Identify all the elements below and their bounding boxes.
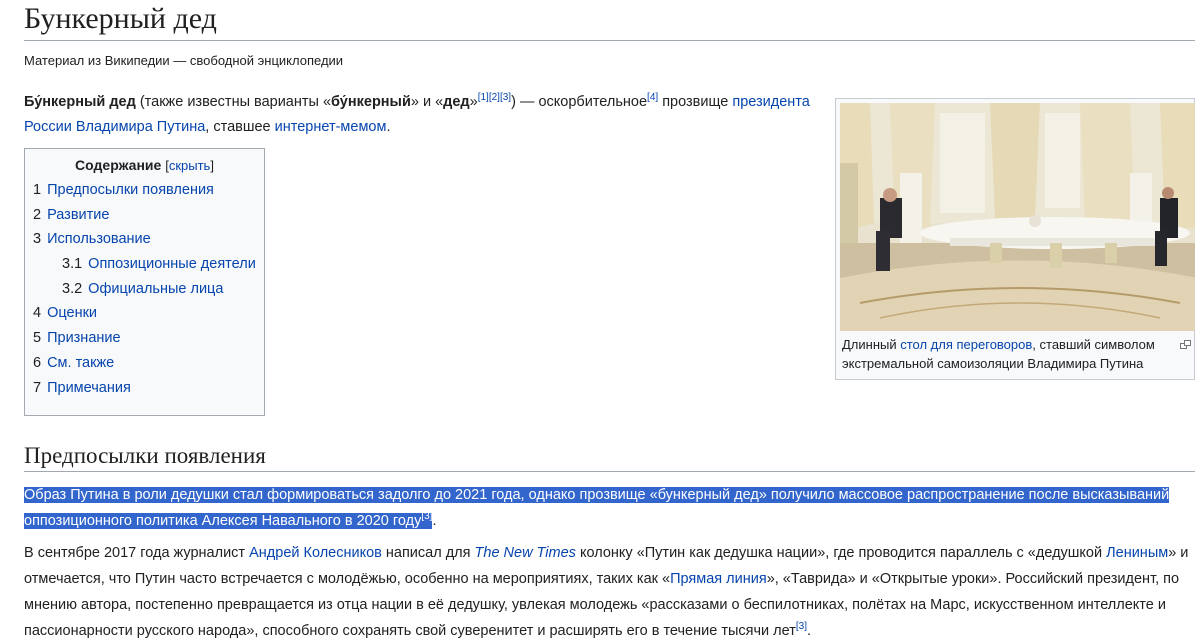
toc-number: 3 <box>33 231 42 248</box>
toc-item[interactable]: 3 Использование <box>25 227 264 252</box>
link-lenin[interactable]: Лениным <box>1106 545 1168 561</box>
toc-number: 6 <box>33 354 42 371</box>
lead-text: » <box>469 94 478 110</box>
toc-number: 2 <box>33 206 42 223</box>
body-paragraph: В сентябре 2017 года журналист Андрей Ко… <box>24 540 1189 644</box>
paragraph-text: колонку «Путин как дедушка нации», где п… <box>575 545 1107 561</box>
lead-variant-1: бу́нкерный <box>331 94 411 110</box>
toc-link[interactable]: Признание <box>47 330 120 346</box>
toc-link[interactable]: Примечания <box>47 380 131 396</box>
reference-link-3[interactable]: [3] <box>500 92 511 103</box>
toc-number: 3.2 <box>62 280 83 297</box>
lead-paragraph: Бу́нкерный дед (также известны варианты … <box>24 90 814 140</box>
toc-title: Содержание <box>75 157 162 173</box>
caption-text: Длинный <box>842 337 901 352</box>
toc-item[interactable]: 1 Предпосылки появления <box>25 178 264 203</box>
link-direct-line[interactable]: Прямая линия <box>670 571 767 587</box>
paragraph-text: Образ Путина в роли дедушки стал формиро… <box>24 487 1170 529</box>
link-new-times[interactable]: The New Times <box>475 545 576 561</box>
paragraph-text: . <box>432 513 437 529</box>
toc-item[interactable]: 3.1 Оппозиционные деятели <box>25 252 264 277</box>
reference-link-2[interactable]: [2] <box>489 92 500 103</box>
toc-item[interactable]: 3.2 Официальные лица <box>25 277 264 302</box>
toc-item[interactable]: 2 Развитие <box>25 203 264 228</box>
magnify-icon[interactable] <box>1180 336 1191 349</box>
toc-link[interactable]: Оппозиционные деятели <box>88 256 256 272</box>
toc-link[interactable]: Предпосылки появления <box>47 182 214 198</box>
link-internet-meme[interactable]: интернет-мемом <box>275 119 387 135</box>
lead-text: . <box>386 119 391 135</box>
lead-text: , ставшее <box>205 119 275 135</box>
selected-text: Образ Путина в роли дедушки стал формиро… <box>24 487 1170 529</box>
negotiation-table-photo <box>840 103 1195 331</box>
toc-list: 1 Предпосылки появления 2 Развитие 3 Исполь… <box>25 178 264 400</box>
paragraph-text: . <box>806 623 812 639</box>
toc-number: 1 <box>33 182 42 198</box>
toc-header: Содержание [скрыть] <box>25 157 264 173</box>
link-new-times-label: The New Times <box>474 545 576 561</box>
toc-item[interactable]: 4 Оценки <box>25 301 264 326</box>
tagline: Материал из Википедии — свободной энцикл… <box>24 53 344 68</box>
toc-link[interactable]: Оценки <box>47 305 97 321</box>
table-of-contents: Содержание [скрыть] 1 Предпосылки появлен… <box>24 148 265 416</box>
toc-bracket: ] <box>210 158 214 173</box>
lead-text: (также известны варианты « <box>135 94 332 110</box>
lead-text: прозвище <box>658 94 733 110</box>
toc-link[interactable]: Развитие <box>47 207 109 223</box>
section-heading: Предпосылки появления <box>24 441 1195 472</box>
lead-text: ) — оскорбительное <box>511 94 648 110</box>
toc-item[interactable]: 5 Признание <box>25 326 264 351</box>
toc-number: 4 <box>33 305 42 322</box>
toc-toggle: [скрыть] <box>165 158 214 173</box>
lead-variant-2: дед <box>443 94 470 110</box>
page-title: Бункерный дед <box>24 0 1195 41</box>
toc-link[interactable]: Официальные лица <box>88 281 223 297</box>
figure-caption: Длинный стол для переговоров, ставший си… <box>842 335 1172 373</box>
paragraph-text: написал для <box>381 545 475 561</box>
reference-link-1[interactable]: [1] <box>478 92 489 103</box>
figure-thumbnail: Длинный стол для переговоров, ставший си… <box>835 98 1195 380</box>
figure-image[interactable] <box>840 103 1195 331</box>
toc-hide-button[interactable]: скрыть <box>169 158 211 173</box>
toc-item[interactable]: 7 Примечания <box>25 376 264 401</box>
link-kolesnikov[interactable]: Андрей Колесников <box>249 545 382 561</box>
lead-text: » и « <box>410 94 444 110</box>
lead-term: Бу́нкерный дед <box>24 94 136 110</box>
paragraph-text: В сентябре 2017 года журналист <box>24 545 250 561</box>
toc-link[interactable]: См. также <box>47 355 114 371</box>
reference-link-3[interactable]: [3] <box>796 621 807 632</box>
highlighted-paragraph: Образ Путина в роли дедушки стал формиро… <box>24 482 1184 534</box>
reference-link-3[interactable]: [3] <box>421 511 432 522</box>
toc-item[interactable]: 6 См. также <box>25 351 264 376</box>
toc-number: 3.1 <box>62 256 83 273</box>
toc-number: 7 <box>33 379 42 396</box>
toc-link[interactable]: Использование <box>47 231 151 247</box>
toc-number: 5 <box>33 330 42 347</box>
link-negotiation-table[interactable]: стол для переговоров <box>900 337 1032 352</box>
reference-link-4[interactable]: [4] <box>647 92 658 103</box>
